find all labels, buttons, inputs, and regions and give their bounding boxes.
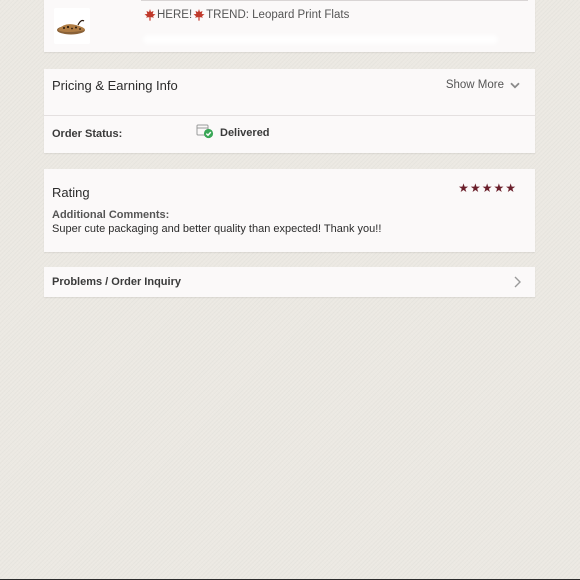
rating-card: Rating ★ ★ ★ ★ ★ Additional Comments: Su… [44, 169, 535, 252]
additional-comments-label: Additional Comments: [52, 209, 170, 221]
star-icon: ★ [481, 181, 493, 195]
maple-leaf-icon [193, 9, 205, 21]
star-icon: ★ [493, 181, 505, 195]
order-status-value: Delivered [220, 127, 270, 139]
blurred-item-details [143, 35, 498, 44]
rating-stars: ★ ★ ★ ★ ★ [458, 182, 516, 194]
here-label: HERE! [157, 9, 193, 21]
item-thumbnail[interactable] [54, 8, 90, 44]
pricing-card: Pricing & Earning Info Show More Order S… [44, 69, 535, 153]
maple-leaf-icon [144, 9, 156, 21]
chevron-right-icon [514, 276, 521, 288]
additional-comments-text: Super cute packaging and better quality … [52, 223, 382, 235]
delivered-package-check-icon [196, 124, 214, 139]
star-icon: ★ [505, 181, 516, 195]
problems-order-inquiry-label: Problems / Order Inquiry [52, 276, 181, 288]
show-more-label: Show More [445, 79, 504, 91]
chevron-down-icon [510, 82, 520, 88]
rating-title: Rating [52, 185, 90, 200]
show-more-button[interactable]: Show More [446, 79, 520, 91]
pricing-divider [44, 115, 535, 116]
star-icon: ★ [469, 181, 481, 195]
star-icon: ★ [458, 181, 469, 195]
order-status-label: Order Status: [52, 128, 123, 140]
item-title[interactable]: HERE! TREND: Leopard Print Flats [143, 8, 349, 22]
item-title-text: TREND: Leopard Print Flats [206, 9, 350, 21]
leopard-flat-shoe-image [57, 19, 85, 35]
pricing-title: Pricing & Earning Info [52, 78, 178, 93]
problems-order-inquiry-button[interactable]: Problems / Order Inquiry [44, 267, 535, 297]
item-card[interactable]: HERE! TREND: Leopard Print Flats [44, 0, 535, 52]
item-top-divider [141, 0, 528, 1]
